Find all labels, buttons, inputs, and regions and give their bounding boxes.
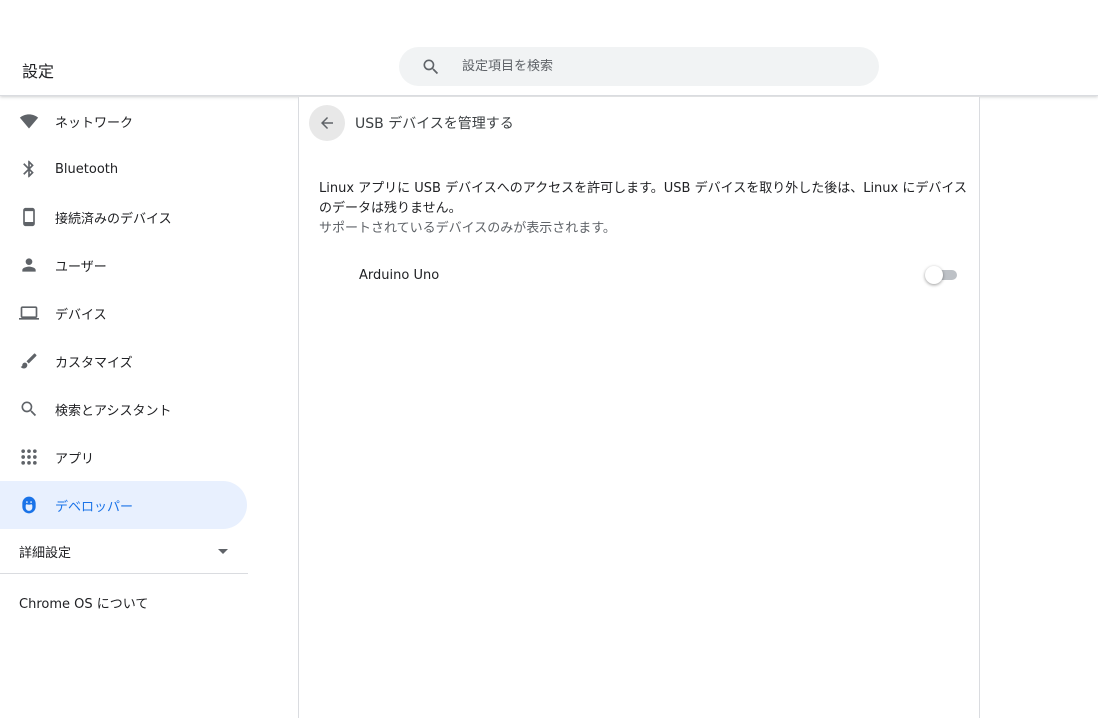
main-card: USB デバイスを管理する Linux アプリに USB デバイスへのアクセスを…: [298, 97, 980, 718]
list-item: Arduino Uno: [359, 263, 959, 287]
description-note: サポートされているデバイスのみが表示されます。: [319, 221, 616, 236]
sidebar-item-search-assistant[interactable]: 検索とアシスタント: [0, 385, 247, 433]
brush-icon: [19, 351, 39, 371]
header: 設定: [0, 0, 1098, 96]
sidebar: ネットワーク Bluetooth 接続済みのデバイス ユーザー デバイス カスタ…: [0, 97, 248, 630]
device-name: Arduino Uno: [359, 267, 440, 283]
sidebar-item-label: 接続済みのデバイス: [55, 211, 172, 227]
search-icon: [423, 59, 439, 74]
subpage-title: USB デバイスを管理する: [355, 116, 514, 132]
sidebar-item-network[interactable]: ネットワーク: [0, 97, 247, 145]
description: Linux アプリに USB デバイスへのアクセスを許可します。USB デバイス…: [319, 179, 969, 239]
chevron-down-icon: [218, 549, 228, 554]
toggle-knob: [925, 266, 943, 284]
sidebar-item-label: ユーザー: [55, 259, 107, 275]
laptop-icon: [19, 303, 39, 323]
bluetooth-icon: [19, 159, 39, 179]
phone-icon: [19, 207, 39, 227]
description-text: Linux アプリに USB デバイスへのアクセスを許可します。USB デバイス…: [319, 181, 967, 216]
apps-grid-icon: [19, 447, 39, 467]
sidebar-item-label: Bluetooth: [55, 161, 119, 177]
page-title: 設定: [22, 62, 55, 81]
advanced-settings-toggle[interactable]: 詳細設定: [0, 529, 248, 573]
search-box[interactable]: [399, 47, 879, 86]
search-icon: [19, 399, 39, 419]
sidebar-item-label: アプリ: [55, 451, 95, 467]
arrow-back-icon: [321, 117, 333, 129]
advanced-settings-label: 詳細設定: [19, 545, 72, 561]
sidebar-item-bluetooth[interactable]: Bluetooth: [0, 145, 247, 193]
sidebar-item-label: Chrome OS について: [19, 596, 149, 612]
device-toggle[interactable]: [925, 265, 959, 285]
search-input[interactable]: [462, 59, 842, 74]
sidebar-item-about[interactable]: Chrome OS について: [0, 574, 248, 630]
sidebar-item-device[interactable]: デバイス: [0, 289, 247, 337]
sidebar-item-label: デバイス: [55, 307, 107, 323]
wifi-icon: [19, 111, 39, 131]
sidebar-item-developers[interactable]: デベロッパー: [0, 481, 247, 529]
penguin-icon: [19, 495, 39, 515]
sidebar-item-label: ネットワーク: [55, 115, 134, 131]
subpage-header: USB デバイスを管理する: [309, 105, 514, 141]
sidebar-item-users[interactable]: ユーザー: [0, 241, 247, 289]
person-icon: [19, 255, 39, 275]
back-button[interactable]: [309, 105, 345, 141]
sidebar-item-personalization[interactable]: カスタマイズ: [0, 337, 247, 385]
sidebar-item-connected-devices[interactable]: 接続済みのデバイス: [0, 193, 247, 241]
sidebar-item-label: カスタマイズ: [55, 355, 133, 371]
sidebar-item-apps[interactable]: アプリ: [0, 433, 247, 481]
sidebar-item-label: デベロッパー: [55, 499, 134, 515]
sidebar-item-label: 検索とアシスタント: [55, 403, 172, 419]
